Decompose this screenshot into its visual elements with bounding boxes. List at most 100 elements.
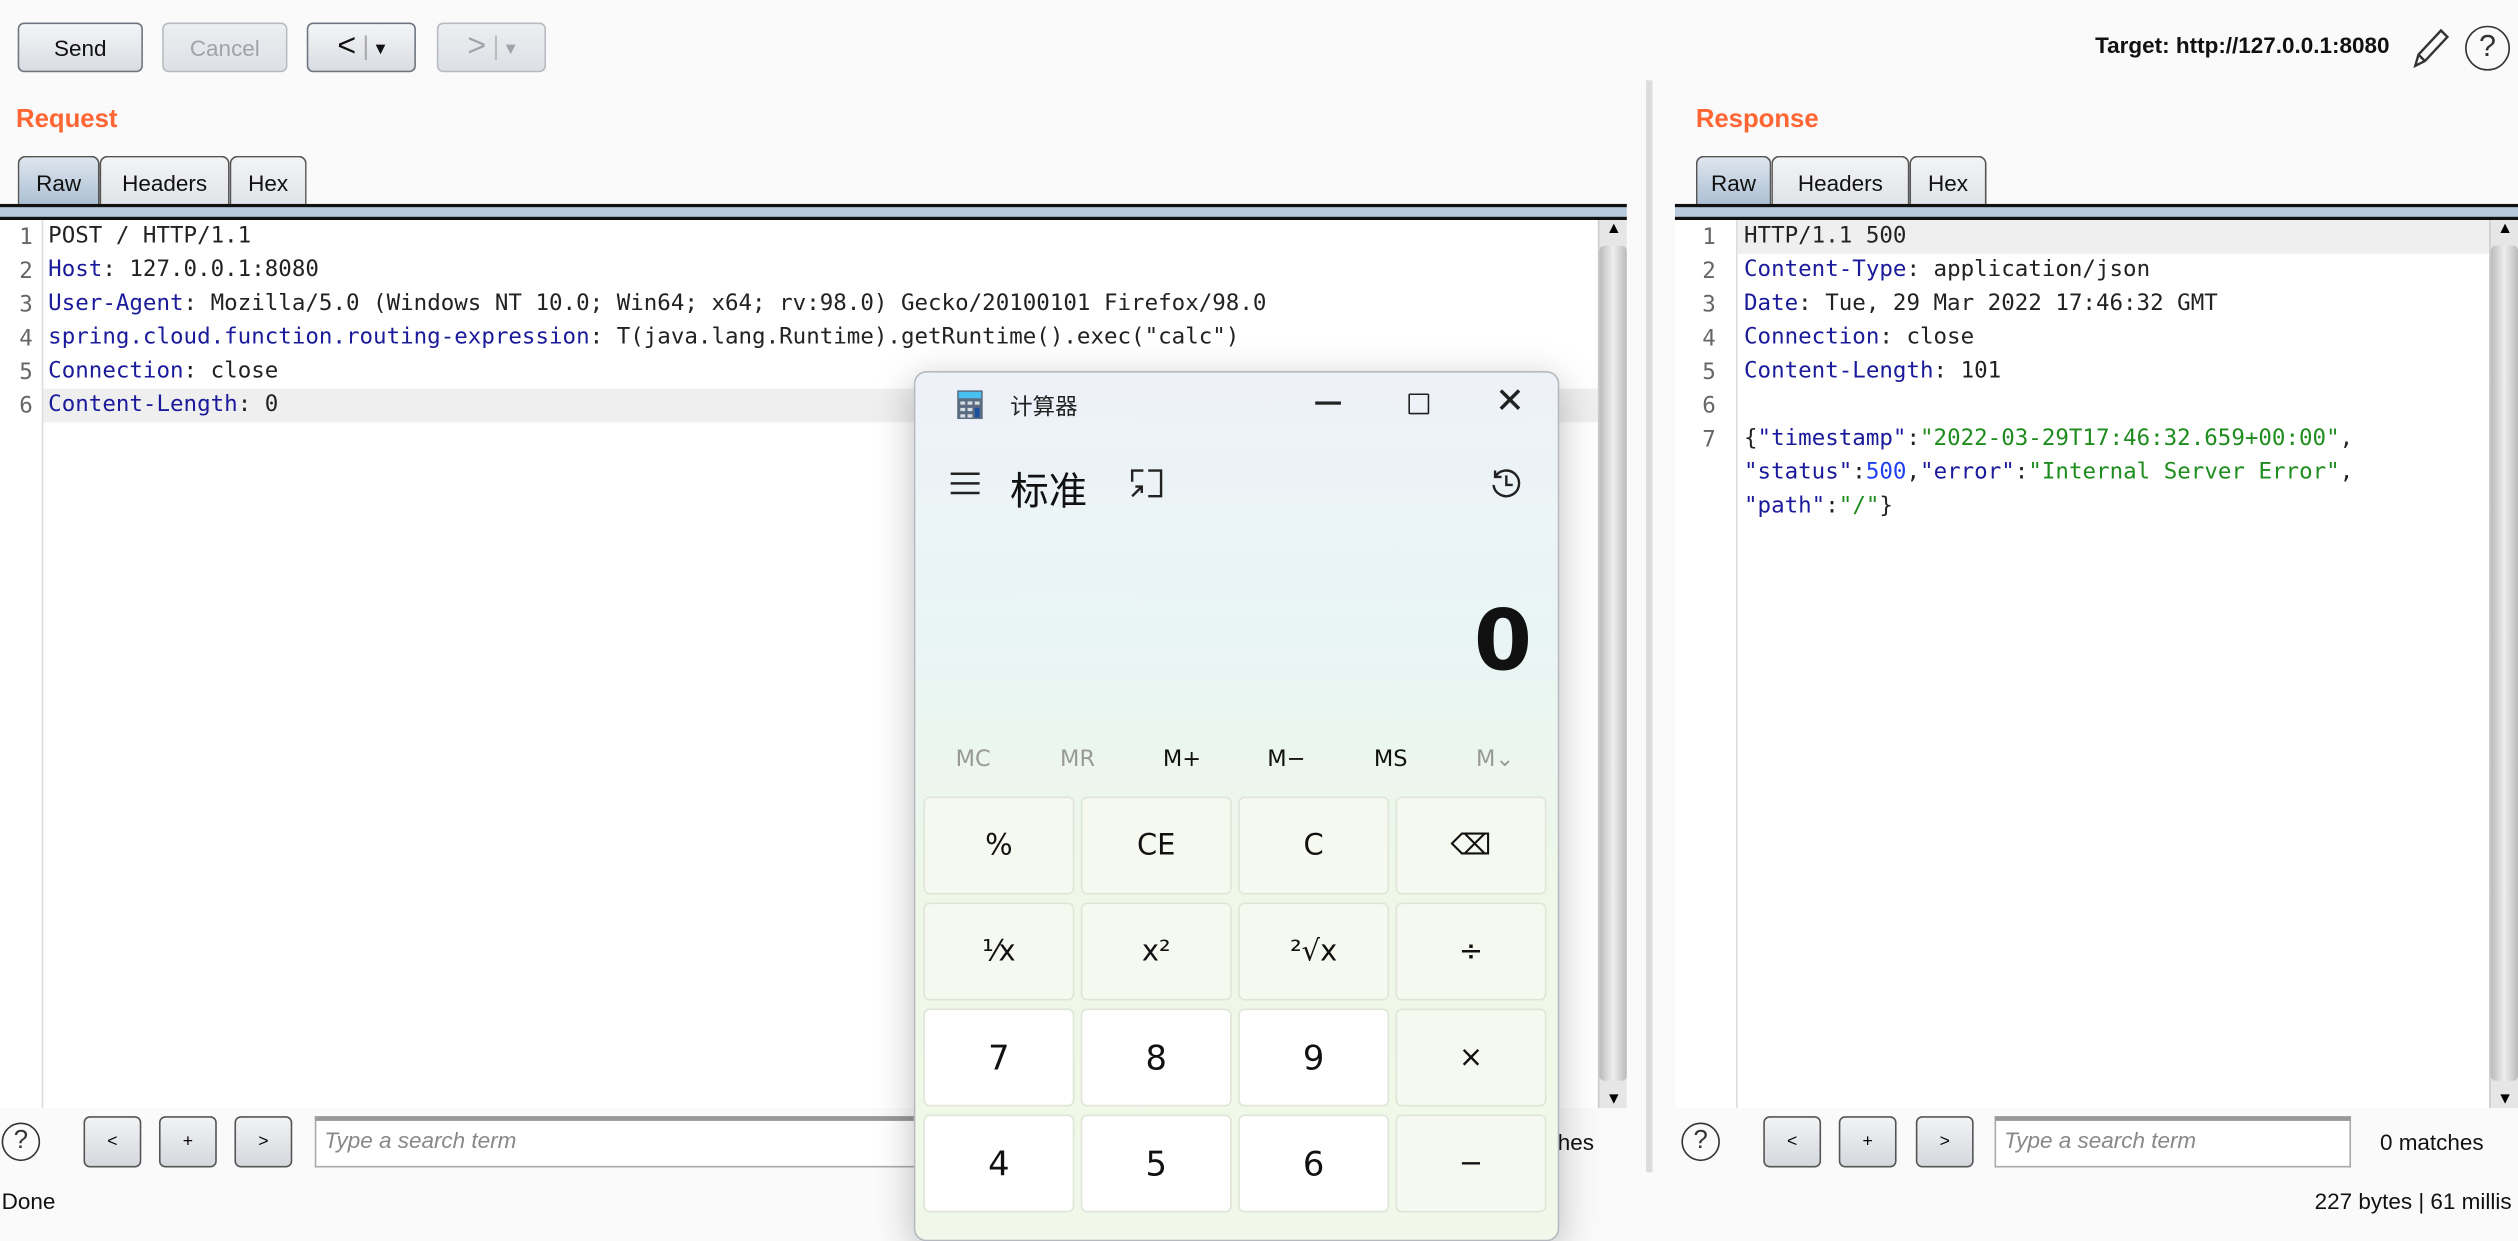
calc-key-3-1[interactable]: 5 [1080,1114,1232,1213]
code-line: Connection: close [1744,321,1974,355]
request-search-add[interactable]: + [158,1116,217,1168]
keep-on-top-icon[interactable] [1130,469,1163,501]
back-button[interactable]: < | ▾ [306,22,416,73]
calc-key-3-3[interactable]: − [1395,1114,1547,1213]
response-search-prev[interactable]: < [1763,1116,1822,1168]
calc-key-0-2[interactable]: C [1238,796,1390,895]
calc-key-2-3[interactable]: × [1395,1008,1547,1107]
response-search-input[interactable]: Type a search term [1994,1116,2352,1168]
calc-key-2-2[interactable]: 9 [1238,1008,1390,1107]
line-number: 6 [19,393,33,420]
response-matches: 0 matches [2379,1128,2484,1155]
back-label: < [337,28,357,65]
cancel-button[interactable]: Cancel [162,22,288,73]
response-search-next[interactable]: > [1915,1116,1974,1168]
code-line: HTTP/1.1 500 [1744,220,1906,254]
history-icon[interactable] [1489,466,1524,501]
forward-label: > [467,28,487,65]
minimize-icon[interactable] [1315,401,1341,404]
memory-button-1[interactable]: MR [1025,747,1131,773]
request-search-help-icon[interactable]: ? [1,1122,41,1162]
memory-button-4[interactable]: MS [1338,747,1444,773]
calc-key-3-0[interactable]: 4 [923,1114,1075,1213]
burp-repeater-window: Send Cancel < | ▾ > | ▾ Target: http://127.0… [0,0,2518,1241]
line-val: close [1906,324,1975,351]
line-val: 101 [1960,358,2002,384]
hamburger-menu-icon[interactable] [949,471,981,497]
response-tab-raw[interactable]: Raw [1695,155,1772,208]
line-number: 4 [19,325,33,352]
request-tab-headers[interactable]: Headers [99,155,230,208]
scroll-up-icon[interactable]: ▲ [1606,220,1622,238]
line-number: 2 [19,258,33,285]
response-search-add[interactable]: + [1838,1116,1897,1168]
memory-button-0[interactable]: MC [920,747,1026,773]
line-key: Content-Length [1744,358,1934,384]
calc-key-1-3[interactable]: ÷ [1395,902,1547,1001]
line-key: Date [1744,290,1799,317]
memory-button-3[interactable]: M− [1233,747,1339,773]
line-val: close [210,358,279,384]
status-right: 227 bytes | 61 millis [2314,1188,2512,1215]
line-val: POST / HTTP/1.1 [48,223,252,249]
request-scrollbar[interactable]: ▲ ▼ [1597,220,1627,1109]
line-sep: : [237,391,265,418]
line-key: Connection [1744,324,1880,351]
request-search-prev[interactable]: < [83,1116,142,1168]
line-key: spring.cloud.function.routing-expression [48,324,590,351]
calc-key-3-2[interactable]: 6 [1238,1114,1390,1213]
code-line: Content-Length: 0 [48,389,278,423]
close-icon[interactable]: ✕ [1495,382,1525,422]
calc-key-0-1[interactable]: CE [1080,796,1232,895]
scroll-down-icon[interactable]: ▼ [1606,1090,1622,1108]
code-line: Connection: close [48,355,278,389]
line-key: User-Agent [48,290,184,317]
pencil-icon[interactable] [2409,26,2451,71]
status-left: Done [1,1188,56,1215]
code-line: Content-Type: application/json [1744,254,2150,288]
scroll-thumb[interactable] [2490,245,2518,1081]
scroll-up-icon[interactable]: ▲ [2497,220,2513,238]
memory-button-2[interactable]: M+ [1129,747,1235,773]
code-line: Content-Length: 101 [1744,355,2001,389]
calc-key-1-2[interactable]: ²√x [1238,902,1390,1001]
response-tab-hex[interactable]: Hex [1909,155,1987,208]
request-search-input[interactable]: Type a search term [314,1116,958,1168]
memory-button-5[interactable]: M⌄ [1442,747,1548,773]
calc-key-0-0[interactable]: % [923,796,1075,895]
request-tab-raw[interactable]: Raw [17,155,100,208]
line-sep: : [1879,324,1907,351]
line-number: 1 [19,224,33,251]
line-number: 5 [19,359,33,386]
help-icon[interactable]: ? [2465,25,2511,71]
response-search-help-icon[interactable]: ? [1681,1122,1720,1162]
calculator-title: 计算器 [1010,395,1078,421]
code-line: User-Agent: Mozilla/5.0 (Windows NT 10.0… [48,287,1266,321]
line-sep: : [183,358,211,384]
back-menu-icon[interactable]: ▾ [376,36,386,58]
calc-key-1-1[interactable]: x² [1080,902,1232,1001]
pane-splitter[interactable] [1646,80,1653,1173]
response-tab-headers[interactable]: Headers [1771,155,1910,208]
calculator-window[interactable]: 计算器 ✕ 标准 0 MC MR M+ M− MS M⌄ % CE C ⌫ ⅟x x² ²√x ÷ 7 8 9… [913,370,1560,1241]
calc-key-2-1[interactable]: 8 [1080,1008,1232,1107]
calc-key-0-3[interactable]: ⌫ [1395,796,1547,895]
request-tab-hex[interactable]: Hex [229,155,307,208]
response-editor[interactable]: 1 HTTP/1.1 500 2 Content-Type: application/… [1674,220,2518,1109]
line-val: 127.0.0.1:8080 [129,256,319,283]
forward-button[interactable]: > | ▾ [436,22,547,73]
maximize-icon[interactable] [1408,393,1430,415]
line-number: 6 [1702,393,1716,420]
scroll-thumb[interactable] [1599,245,1627,1081]
send-button[interactable]: Send [17,22,143,73]
tab-divider [0,203,1627,221]
request-search-next[interactable]: > [234,1116,293,1168]
line-number: 7 [1702,427,1716,453]
calc-key-1-0[interactable]: ⅟x [923,902,1075,1001]
scroll-down-icon[interactable]: ▼ [2497,1090,2513,1108]
calculator-display: 0 [1473,594,1533,691]
line-number: 2 [1702,258,1716,285]
forward-menu-icon[interactable]: ▾ [506,36,516,58]
response-scrollbar[interactable]: ▲ ▼ [2489,220,2518,1109]
calc-key-2-0[interactable]: 7 [923,1008,1075,1107]
